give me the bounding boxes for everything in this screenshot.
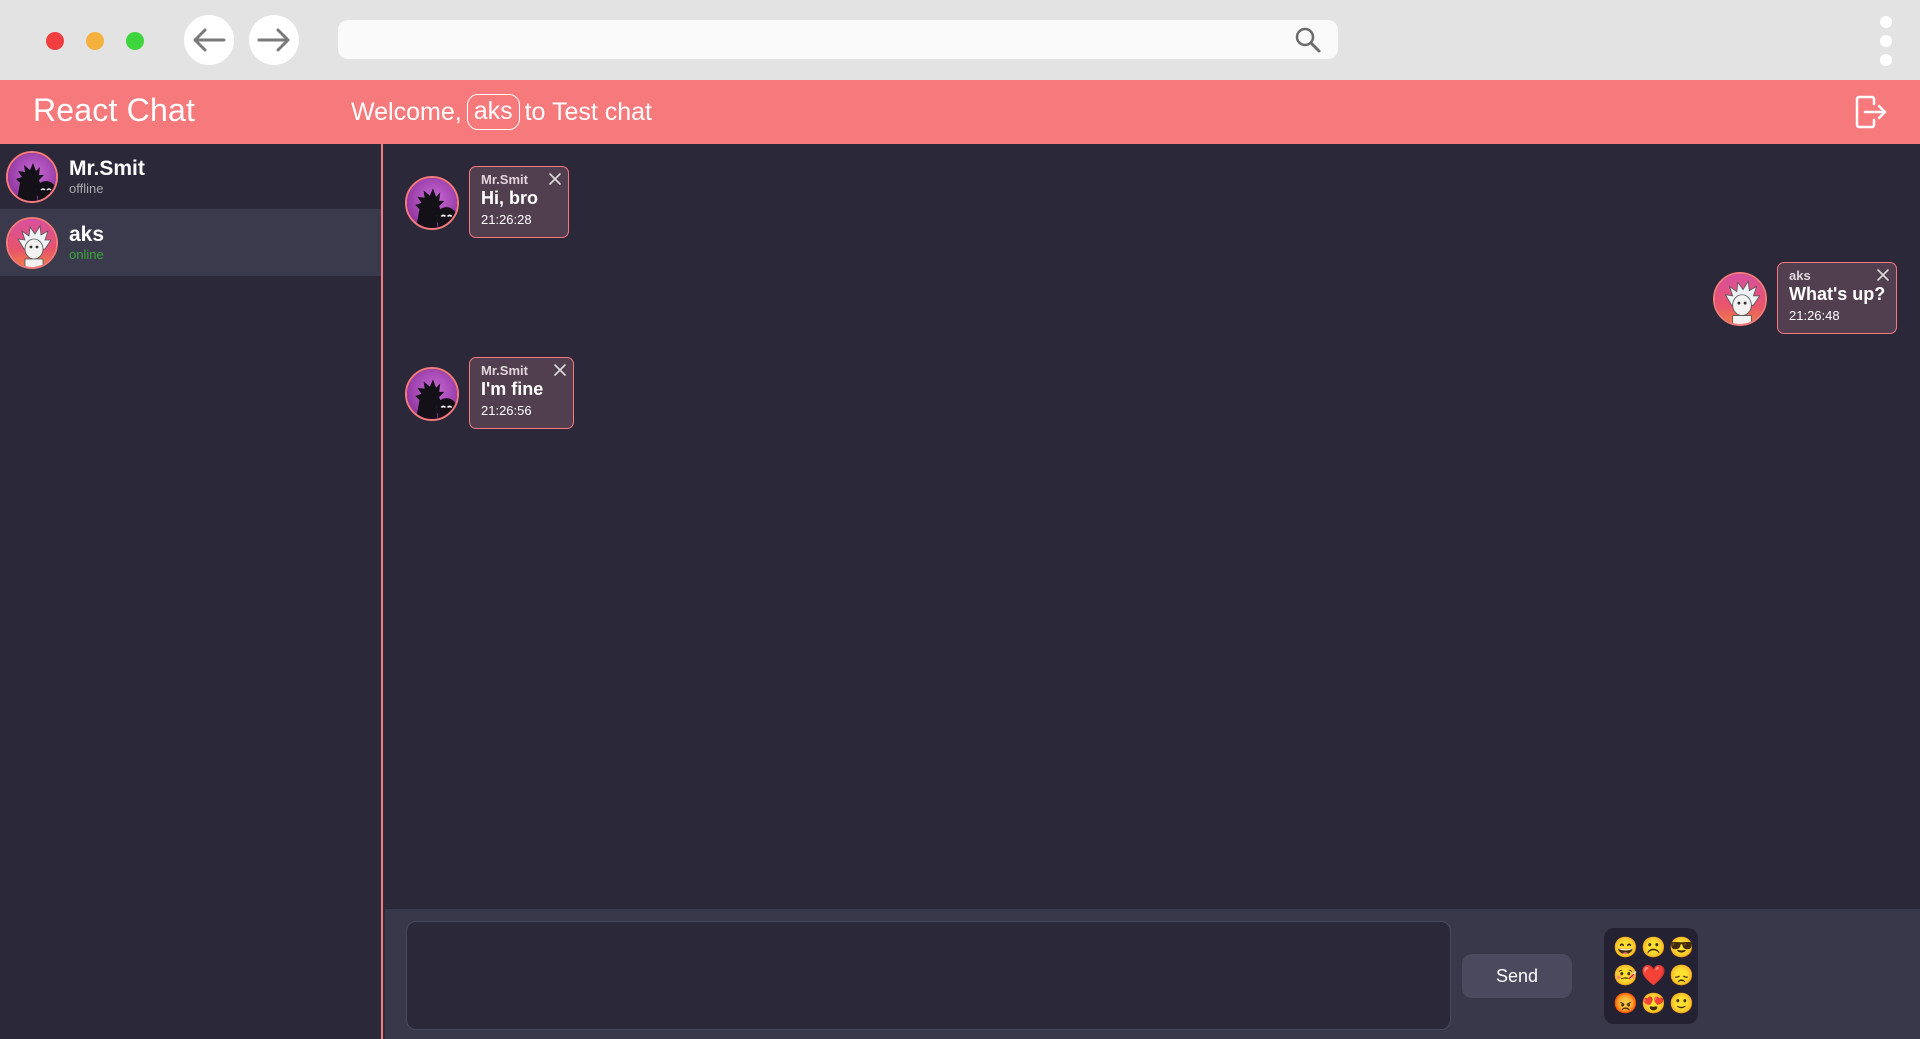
message-bubble: Mr.Smit I'm fine 21:26:56	[469, 357, 575, 429]
send-button[interactable]: Send	[1462, 954, 1572, 998]
emoji-sick-icon: 🤒	[1613, 965, 1638, 987]
emoji-disappointed-icon: 😞	[1669, 965, 1694, 987]
users-sidebar: Mr.Smit offline aks online	[0, 144, 383, 1039]
user-name: aks	[69, 223, 105, 246]
emoji-sunglasses-icon: 😎	[1669, 937, 1694, 959]
username-badge: aks	[466, 94, 520, 130]
message-author: aks	[1789, 268, 1811, 283]
message-item: Mr.Smit Hi, bro 21:26:28	[405, 166, 569, 238]
arrow-left-icon	[193, 28, 226, 52]
forward-button[interactable]	[249, 15, 299, 65]
browser-toolbar	[0, 0, 1920, 80]
message-time: 21:26:48	[1789, 308, 1840, 323]
message-composer: Send 😄 ☹️ 😎 🤒 ❤️ 😞 😡 😍 🙂	[385, 909, 1920, 1039]
logout-icon[interactable]	[1854, 94, 1888, 130]
emoji-heart-icon: ❤️	[1641, 965, 1666, 987]
welcome-prefix: Welcome,	[351, 97, 462, 126]
message-time: 21:26:28	[481, 212, 532, 227]
close-icon[interactable]	[547, 171, 563, 187]
emoji-picker-button[interactable]: 😄 ☹️ 😎 🤒 ❤️ 😞 😡 😍 🙂	[1604, 928, 1698, 1024]
message-bubble: Mr.Smit Hi, bro 21:26:28	[469, 166, 569, 238]
app-header: React Chat Welcome, aks to Test chat	[0, 80, 1920, 144]
search-icon[interactable]	[1294, 26, 1322, 54]
user-item-mr-smit[interactable]: Mr.Smit offline	[0, 144, 381, 210]
morty-silhouette-avatar	[405, 176, 459, 230]
message-text: I'm fine	[481, 379, 544, 399]
morty-silhouette-avatar	[405, 367, 459, 421]
message-input[interactable]	[406, 921, 1451, 1030]
window-maximize-button[interactable]	[126, 32, 144, 50]
rick-avatar	[6, 216, 58, 269]
emoji-grin-icon: 😄	[1613, 937, 1638, 959]
address-bar[interactable]	[338, 20, 1338, 59]
emoji-smile-icon: 🙂	[1669, 993, 1694, 1015]
window-close-button[interactable]	[46, 32, 64, 50]
message-author: Mr.Smit	[481, 172, 528, 187]
user-status: online	[69, 247, 104, 262]
message-text: Hi, bro	[481, 188, 538, 208]
morty-silhouette-avatar	[6, 150, 58, 203]
emoji-angry-icon: 😡	[1613, 993, 1638, 1015]
rick-avatar	[1713, 272, 1767, 326]
user-name: Mr.Smit	[69, 157, 145, 180]
user-item-aks[interactable]: aks online	[0, 210, 381, 276]
message-text: What's up?	[1789, 284, 1886, 304]
emoji-heart-eyes-icon: 😍	[1641, 993, 1666, 1015]
welcome-suffix: to Test chat	[524, 97, 652, 126]
message-item: aks What's up? 21:26:48	[1713, 262, 1898, 334]
app-title: React Chat	[33, 92, 196, 128]
arrow-right-icon	[257, 28, 290, 52]
user-status: offline	[69, 181, 104, 196]
emoji-frown-icon: ☹️	[1641, 937, 1666, 959]
close-icon[interactable]	[1875, 267, 1891, 283]
window-minimize-button[interactable]	[86, 32, 104, 50]
message-bubble: aks What's up? 21:26:48	[1777, 262, 1898, 334]
kebab-menu-icon[interactable]	[1876, 16, 1896, 66]
messages-area: Mr.Smit Hi, bro 21:26:28 aks What's up? …	[385, 144, 1920, 909]
welcome-message: Welcome, aks to Test chat	[351, 92, 652, 132]
message-time: 21:26:56	[481, 403, 532, 418]
message-item: Mr.Smit I'm fine 21:26:56	[405, 357, 575, 429]
back-button[interactable]	[184, 15, 234, 65]
close-icon[interactable]	[552, 362, 568, 378]
message-author: Mr.Smit	[481, 363, 528, 378]
